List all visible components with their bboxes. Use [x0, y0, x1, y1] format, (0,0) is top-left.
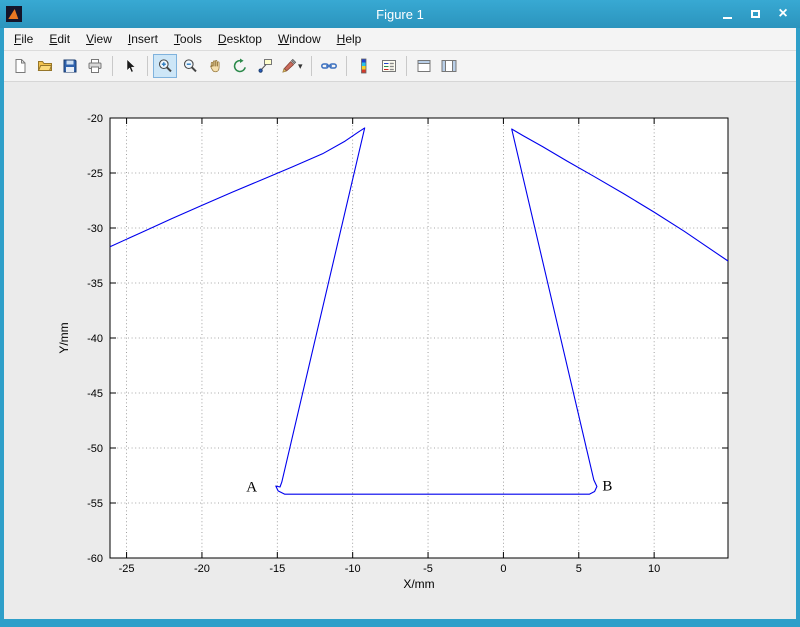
svg-text:-5: -5 — [423, 563, 433, 575]
show-plot-tools-icon — [441, 58, 457, 74]
insert-legend-button[interactable] — [377, 54, 401, 78]
toolbar-separator — [405, 56, 407, 76]
close-button[interactable]: × — [774, 5, 792, 23]
svg-text:-30: -30 — [87, 223, 103, 235]
annotation-A: A — [246, 480, 257, 496]
hide-plot-tools-icon — [416, 58, 432, 74]
colorbar-icon — [356, 58, 372, 74]
menu-item-file[interactable]: File — [6, 28, 41, 50]
figure-client-area: File Edit View Insert Tools Desktop Window Help… — [4, 28, 796, 619]
svg-text:10: 10 — [648, 563, 660, 575]
brush-data-button[interactable]: ▾ — [278, 54, 306, 78]
maximize-button[interactable] — [746, 5, 764, 23]
menu-item-window[interactable]: Window — [270, 28, 329, 50]
svg-text:-20: -20 — [194, 563, 210, 575]
svg-text:-35: -35 — [87, 278, 103, 290]
svg-text:5: 5 — [576, 563, 582, 575]
annotation-B: B — [602, 478, 612, 494]
svg-text:-10: -10 — [345, 563, 361, 575]
figure-window: Figure 1 × File Edit View Insert Tools Deskto… — [0, 0, 800, 627]
svg-text:-55: -55 — [87, 498, 103, 510]
toolbar-separator — [147, 56, 148, 76]
titlebar[interactable]: Figure 1 × — [0, 0, 800, 28]
window-controls: × — [718, 0, 792, 28]
menubar: File Edit View Insert Tools Desktop Window Help — [4, 28, 796, 51]
svg-text:-20: -20 — [87, 113, 103, 125]
window-title: Figure 1 — [376, 6, 424, 22]
zoom-in-button[interactable] — [153, 54, 177, 78]
toolbar-separator — [112, 56, 113, 76]
menu-item-tools[interactable]: Tools — [166, 28, 210, 50]
svg-text:-50: -50 — [87, 443, 103, 455]
show-plot-tools-button[interactable] — [437, 54, 461, 78]
zoom-out-icon — [182, 58, 198, 74]
matlab-icon — [6, 6, 22, 22]
open-file-button[interactable] — [33, 54, 57, 78]
svg-text:-45: -45 — [87, 388, 103, 400]
svg-text:0: 0 — [500, 563, 506, 575]
dropdown-arrow-icon[interactable]: ▾ — [298, 61, 303, 72]
edit-arrow-icon — [122, 58, 138, 74]
minimize-icon — [722, 16, 732, 19]
y-axis-label: Y/mm — [57, 322, 71, 353]
save-icon — [62, 58, 78, 74]
link-plot-icon — [320, 58, 337, 74]
rotate-3d-button[interactable] — [228, 54, 252, 78]
brush-icon — [281, 58, 297, 74]
svg-text:-60: -60 — [87, 553, 103, 565]
plot-svg[interactable]: -25 -20 -15 -10 -5 0 5 10-60-55-50-45-40-35-30-… — [4, 82, 796, 619]
save-figure-button[interactable] — [58, 54, 82, 78]
data-cursor-icon — [257, 58, 273, 74]
menu-item-view[interactable]: View — [78, 28, 120, 50]
toolbar-separator — [310, 56, 312, 76]
insert-colorbar-button[interactable] — [352, 54, 376, 78]
menu-item-desktop[interactable]: Desktop — [210, 28, 270, 50]
pan-icon — [207, 58, 223, 74]
x-axis-label: X/mm — [403, 577, 434, 591]
menu-item-help[interactable]: Help — [329, 28, 370, 50]
menu-item-edit[interactable]: Edit — [41, 28, 78, 50]
close-icon: × — [778, 5, 788, 22]
legend-icon — [381, 58, 397, 74]
menu-item-insert[interactable]: Insert — [120, 28, 166, 50]
rotate-3d-icon — [232, 58, 248, 74]
toolbar: ▾ — [4, 51, 796, 82]
toolbar-separator — [345, 56, 347, 76]
maximize-icon — [750, 10, 760, 18]
link-plot-button[interactable] — [317, 54, 341, 78]
svg-text:-40: -40 — [87, 333, 103, 345]
new-file-icon — [12, 58, 28, 74]
data-cursor-button[interactable] — [253, 54, 277, 78]
open-folder-icon — [37, 58, 53, 74]
print-icon — [87, 58, 103, 74]
pan-button[interactable] — [203, 54, 227, 78]
figure-area: -25 -20 -15 -10 -5 0 5 10 -60 -55 -50 -45 -40 -35 -30-… — [4, 82, 796, 619]
zoom-in-icon — [157, 58, 173, 74]
svg-text:-25: -25 — [119, 563, 135, 575]
zoom-out-button[interactable] — [178, 54, 202, 78]
svg-text:-15: -15 — [269, 563, 285, 575]
print-figure-button[interactable] — [83, 54, 107, 78]
new-figure-button[interactable] — [8, 54, 32, 78]
hide-plot-tools-button[interactable] — [412, 54, 436, 78]
minimize-button[interactable] — [718, 5, 736, 23]
edit-plot-button[interactable] — [118, 54, 142, 78]
svg-text:-25: -25 — [87, 168, 103, 180]
